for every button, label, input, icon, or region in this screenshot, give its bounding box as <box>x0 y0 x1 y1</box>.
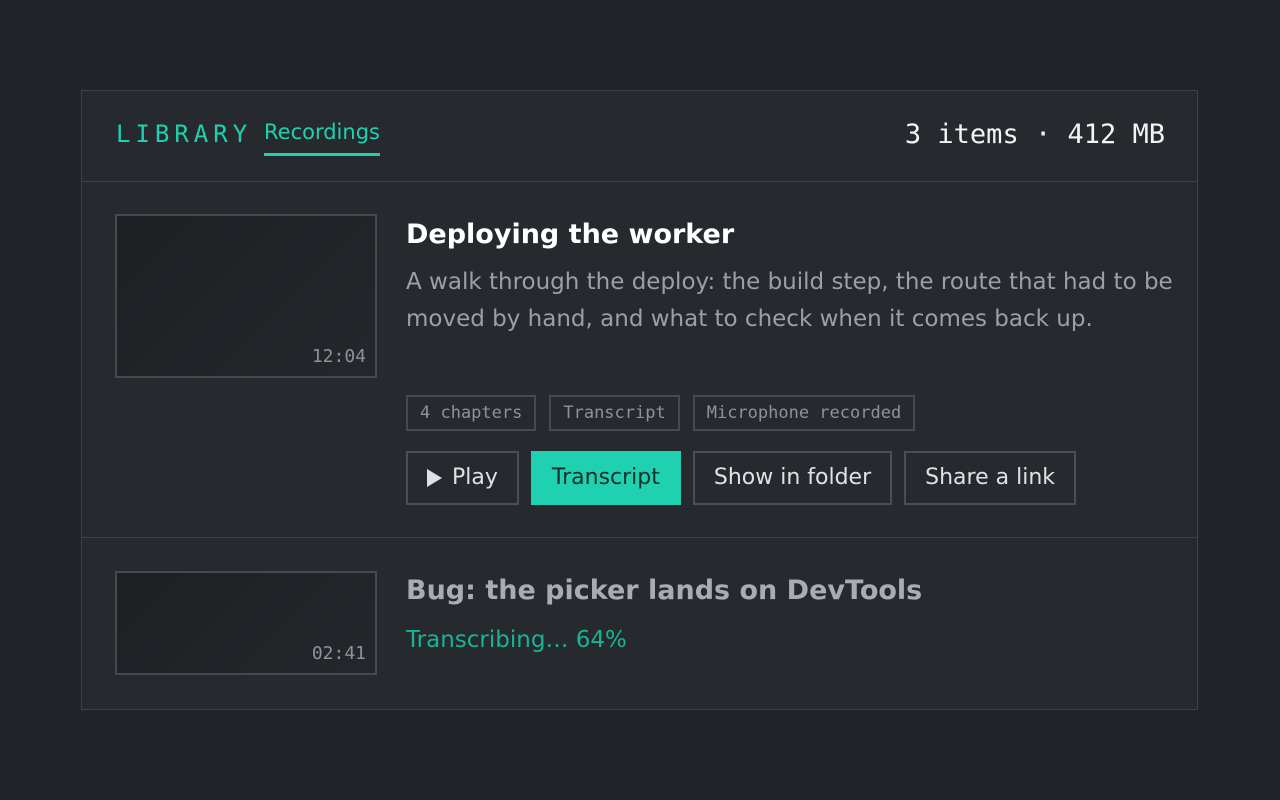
library-summary: 3 items · 412 MB <box>904 119 1165 150</box>
recording-tags: 4 chapters Transcript Microphone recorde… <box>406 395 916 431</box>
show-in-folder-button[interactable]: Show in folder <box>692 451 893 505</box>
recording-description: A walk through the deploy: the build ste… <box>406 269 1173 332</box>
transcript-button[interactable]: Transcript <box>530 451 681 505</box>
tag-transcript: Transcript <box>549 395 680 431</box>
play-button-label: Play <box>452 465 498 490</box>
recording-actions: Play Transcript Show in folder Share a l… <box>406 451 1077 505</box>
tab-recordings[interactable]: Recordings <box>264 118 380 156</box>
play-icon <box>427 469 442 487</box>
tag-microphone: Microphone recorded <box>692 395 916 431</box>
library-header: LIBRARY Recordings 3 items · 412 MB <box>82 91 1197 182</box>
recording-thumbnail[interactable]: 12:04 <box>115 214 377 378</box>
library-panel: LIBRARY Recordings 3 items · 412 MB 12:0… <box>81 90 1198 710</box>
recording-title: Bug: the picker lands on DevTools <box>406 575 923 606</box>
section-label: LIBRARY <box>116 120 253 148</box>
play-button[interactable]: Play <box>406 451 519 505</box>
share-link-button[interactable]: Share a link <box>904 451 1077 505</box>
recording-item: 12:04 Deploying the worker A walk throug… <box>82 182 1197 538</box>
duration-label: 12:04 <box>311 346 366 367</box>
recording-item: 02:41 Bug: the picker lands on DevTools … <box>82 538 1197 709</box>
recording-title: Deploying the worker <box>406 219 735 250</box>
tag-chapters: 4 chapters <box>406 395 537 431</box>
recording-thumbnail[interactable]: 02:41 <box>115 571 377 675</box>
transcription-status: Transcribing… 64% <box>406 627 627 653</box>
duration-label: 02:41 <box>311 643 366 664</box>
